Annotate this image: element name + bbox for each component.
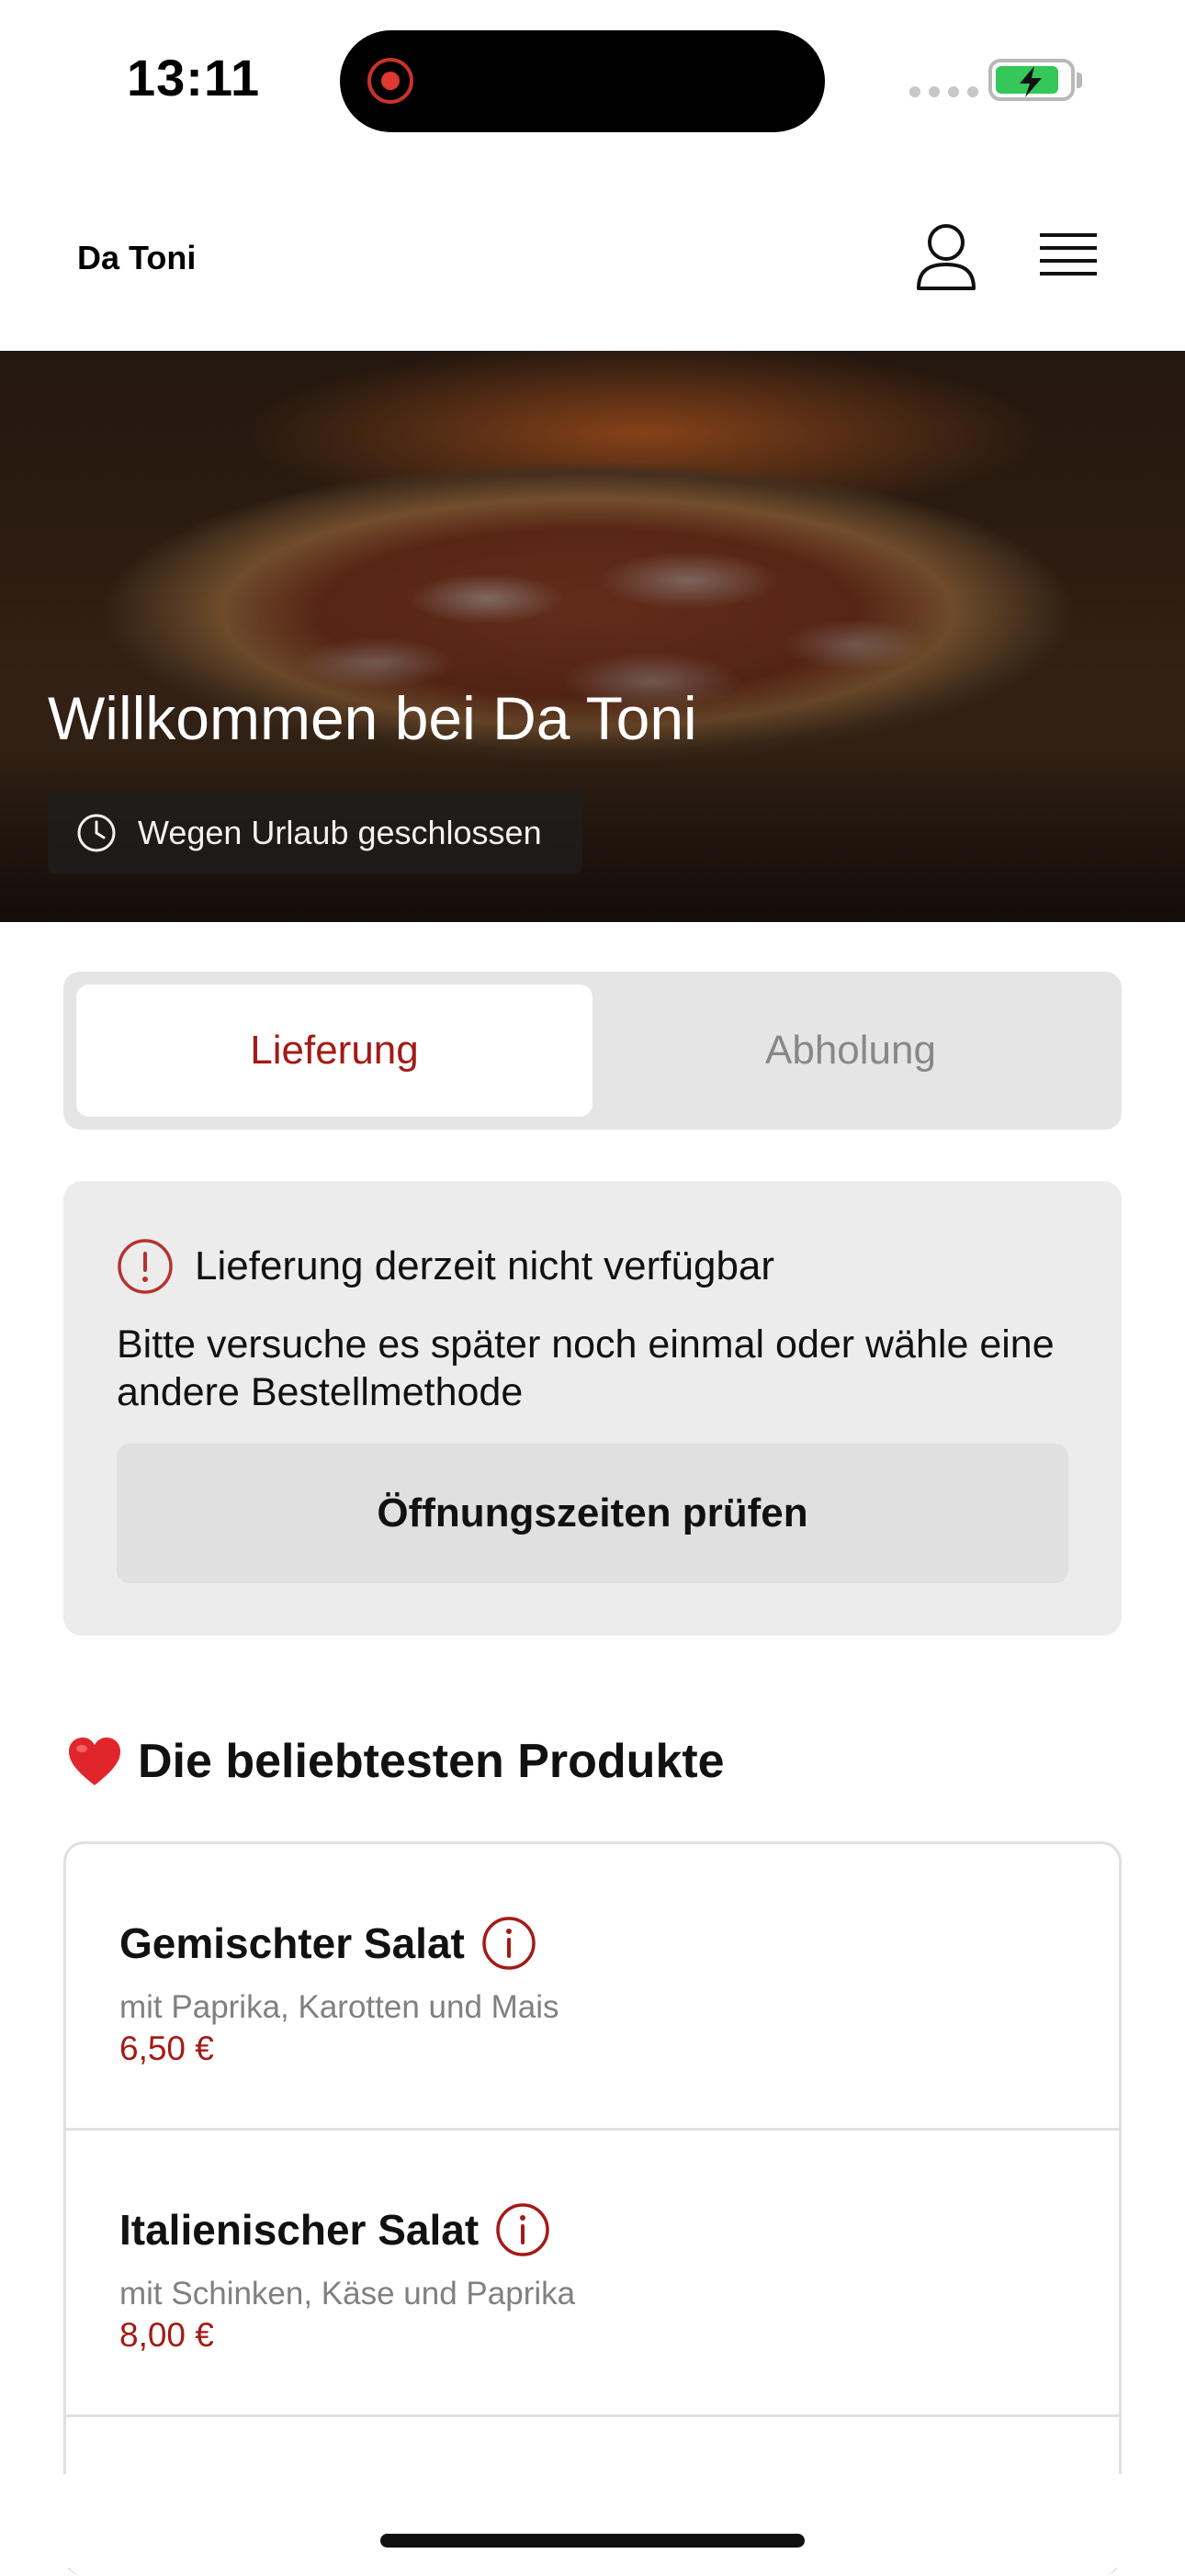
product-name: Gemischter Salat	[119, 1919, 465, 1967]
recording-indicator-icon	[367, 58, 413, 104]
bottom-bar	[0, 2474, 1185, 2568]
brand-name[interactable]: Da Toni	[77, 239, 196, 277]
dynamic-island	[340, 30, 825, 132]
closed-badge: Wegen Urlaub geschlossen	[48, 792, 582, 874]
battery-icon	[988, 59, 1075, 101]
tab-abholung[interactable]: Abholung	[592, 984, 1109, 1117]
clock-icon	[77, 814, 116, 852]
order-mode-switch: Lieferung Abholung	[63, 972, 1122, 1130]
tab-lieferung[interactable]: Lieferung	[76, 984, 592, 1117]
status-bar: 13:11	[0, 0, 1185, 165]
notice-text: Bitte versuche es später noch einmal ode…	[117, 1322, 1055, 1414]
hero-title: Willkommen bei Da Toni	[48, 684, 697, 752]
list-item[interactable]: Gemischter Salat mit Paprika, Karotten u…	[66, 1844, 1119, 2131]
hero-banner: Willkommen bei Da Toni Wegen Urlaub gesc…	[0, 351, 1185, 922]
product-name: Italienischer Salat	[119, 2206, 480, 2254]
status-time: 13:11	[127, 49, 261, 107]
info-icon[interactable]	[495, 2202, 550, 2257]
user-icon[interactable]	[909, 220, 983, 294]
battery-cap	[1077, 73, 1082, 88]
notice-title: Lieferung derzeit nicht verfügbar	[195, 1243, 775, 1288]
product-description: mit Paprika, Karotten und Mais	[119, 1989, 559, 2025]
info-icon[interactable]	[481, 1916, 536, 1971]
product-name-row: Gemischter Salat	[119, 1916, 536, 1971]
delivery-unavailable-notice: Lieferung derzeit nicht verfügbar Bitte …	[63, 1181, 1122, 1636]
product-name-row: Italienischer Salat	[119, 2202, 550, 2257]
popular-section-title: Die beliebtesten Produkte	[66, 1734, 725, 1789]
section-title-text: Die beliebtesten Produkte	[138, 1735, 725, 1788]
alert-info-icon	[118, 1239, 173, 1294]
signal-icon	[909, 86, 978, 97]
app-header: Da Toni	[0, 165, 1185, 351]
home-indicator[interactable]	[380, 2534, 805, 2548]
heart-icon	[69, 1738, 120, 1785]
list-item[interactable]: Italienischer Salat mit Schinken, Käse u…	[66, 2131, 1119, 2417]
product-list: Gemischter Salat mit Paprika, Karotten u…	[63, 1841, 1122, 2576]
product-price: 8,00 €	[119, 2316, 214, 2354]
closed-badge-text: Wegen Urlaub geschlossen	[138, 814, 542, 851]
product-description: mit Schinken, Käse und Paprika	[119, 2276, 576, 2312]
product-price: 6,50 €	[119, 2030, 214, 2067]
check-hours-button[interactable]: Öffnungszeiten prüfen	[117, 1444, 1068, 1583]
menu-icon[interactable]	[1036, 226, 1106, 290]
